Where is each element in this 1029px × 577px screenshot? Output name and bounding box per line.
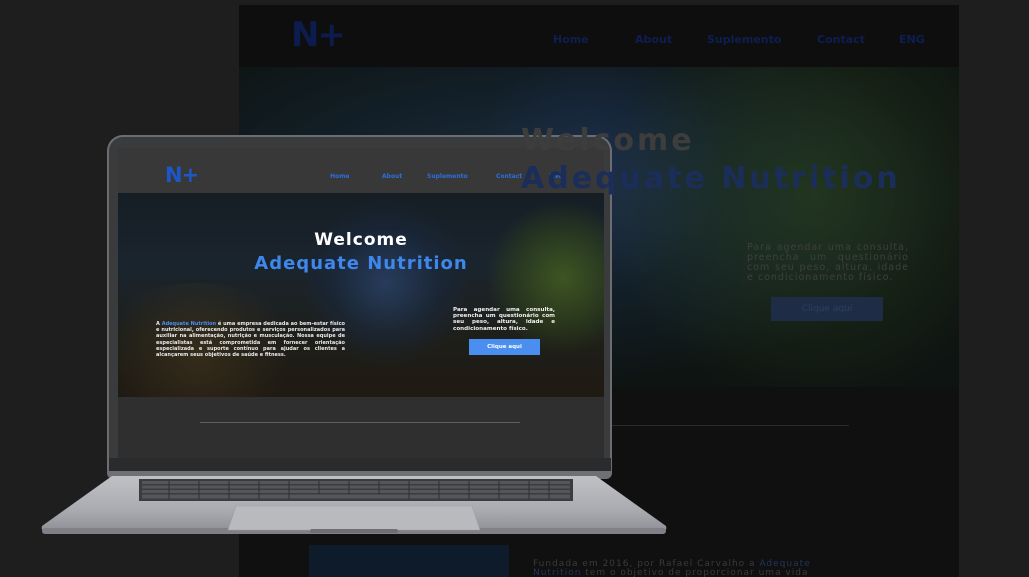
- nav-suplemento[interactable]: Suplemento: [427, 173, 468, 180]
- logo[interactable]: N+: [165, 163, 199, 187]
- background-about-text: Fundada em 2016, por Rafael Carvalho a A…: [533, 559, 811, 577]
- background-nav-suplemento: Suplemento: [707, 33, 782, 46]
- nav-about[interactable]: About: [382, 173, 402, 180]
- background-nav-about: About: [635, 33, 673, 46]
- hero-intro-text: A Adequate Nutrition é uma empresa dedic…: [156, 321, 345, 359]
- background-nav-lang: ENG: [899, 33, 925, 46]
- keyboard: [139, 479, 573, 501]
- background-nav-home: Home: [553, 33, 589, 46]
- intro-brand-highlight: Adequate Nutrition: [161, 321, 217, 327]
- background-nav-contact: Contact: [817, 33, 865, 46]
- laptop-deck: [40, 476, 668, 536]
- background-navbar: N+ Home About Suplemento Contact ENG: [239, 5, 959, 67]
- background-title-brand: Adequate Nutrition: [521, 161, 901, 196]
- hero-overlay: [118, 193, 604, 397]
- nav-contact[interactable]: Contact: [496, 173, 522, 180]
- cta-button[interactable]: Clique aqui: [469, 339, 540, 355]
- hero-section: Welcome Adequate Nutrition A Adequate Nu…: [118, 193, 604, 397]
- background-image: [309, 545, 509, 577]
- background-title-welcome: Welcome: [521, 123, 695, 158]
- nav-home[interactable]: Home: [330, 173, 349, 180]
- background-cta-text: Para agendar uma consulta, preencha um q…: [747, 242, 909, 283]
- hero-title-brand: Adequate Nutrition: [254, 253, 468, 274]
- cta-text: Para agendar uma consulta, preencha um q…: [453, 307, 555, 332]
- background-logo: N+: [291, 15, 346, 55]
- background-cta-button: Clique aqui: [771, 297, 883, 321]
- hero-title-welcome: Welcome: [314, 230, 408, 250]
- section-divider: [200, 422, 520, 423]
